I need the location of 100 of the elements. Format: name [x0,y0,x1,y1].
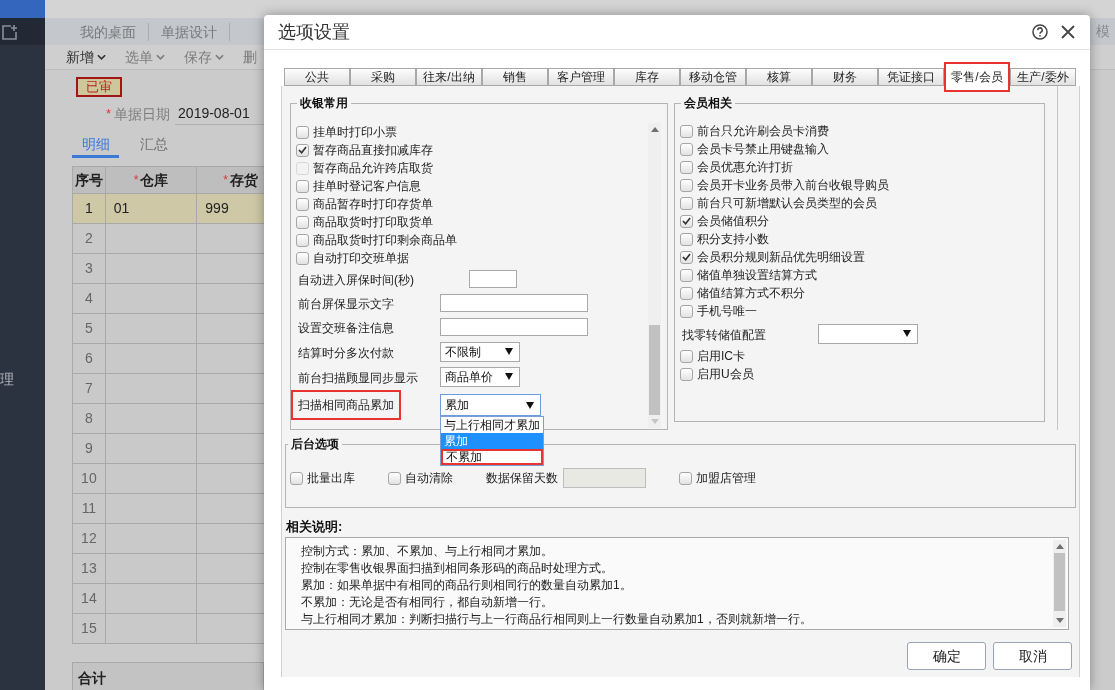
caret-down-icon [505,348,513,355]
checkbox-label: 商品取货时打印取货单 [313,214,433,231]
table-row[interactable]: 6 [73,344,264,374]
table-row[interactable]: 2 [73,224,264,254]
settings-tab[interactable]: 库存 [614,68,680,86]
checkbox-label: 会员开卡业务员带入前台收银导购员 [697,177,889,194]
checkbox-label: 商品暂存时打印存货单 [313,196,433,213]
checkbox[interactable] [680,304,693,318]
input-field[interactable] [469,270,517,288]
checkbox-label: 前台只允许刷会员卡消费 [697,123,829,140]
scrollbar-thumb[interactable] [649,325,660,415]
field-label: 结算时分多次付款 [297,344,395,362]
settings-tab[interactable]: 凭证接口 [878,68,944,86]
field-label: 自动进入屏保时间(秒) [297,272,415,289]
checkbox-label: 自动打印交班单据 [313,250,409,267]
group-title: 后台选项 [290,436,340,452]
dropdown-option[interactable]: 不累加 [441,449,543,465]
dropdown-option[interactable]: 与上行相同才累加 [441,417,543,433]
checkbox[interactable] [680,286,693,300]
dropdown-select[interactable]: 累加 [440,394,541,416]
settings-tab[interactable]: 移动仓管 [680,68,746,86]
checkbox[interactable] [296,197,309,211]
table-row[interactable]: 7 [73,374,264,404]
checkbox[interactable] [296,251,309,265]
required-mark: * [106,105,112,124]
settings-tab[interactable]: 核算 [746,68,812,86]
input-field[interactable] [440,294,588,312]
checkbox[interactable] [680,349,693,363]
dropdown-select[interactable]: 不限制 [440,341,520,362]
checkbox[interactable] [680,250,693,264]
checkmark-icon [682,253,691,261]
checkbox-label: 自动清除 [405,470,453,487]
checkbox[interactable] [680,214,693,228]
dialog-button[interactable]: 确定 [907,642,986,670]
table-row[interactable]: 12 [73,524,264,554]
table-row[interactable]: 13 [73,554,264,584]
help-icon[interactable] [1032,24,1048,40]
checkbox-label: 暂存商品直接扣减库存 [313,142,433,159]
checkbox[interactable] [680,142,693,156]
settings-tab[interactable]: 采购 [350,68,416,86]
close-icon[interactable] [1061,25,1075,39]
dropdown-select[interactable]: 商品单价 [440,366,520,387]
settings-tab[interactable]: 公共 [284,68,350,86]
settings-tab[interactable]: 往来/出纳 [416,68,482,86]
field-label: 前台扫描顾显同步显示 [297,369,419,387]
checkbox-label: 商品取货时打印剩余商品单 [313,232,457,249]
checkbox[interactable] [296,233,309,247]
dialog-button[interactable]: 取消 [993,642,1072,670]
settings-tab[interactable]: 财务 [812,68,878,86]
checkbox[interactable] [679,471,692,485]
toolbar-button[interactable]: 新增 [66,46,106,68]
required-mark: * [133,172,139,189]
row-number: 15 [73,614,106,644]
scroll-up-icon[interactable] [650,127,659,132]
column-header: 存货 [229,170,258,190]
checkbox[interactable] [680,232,693,246]
scrollbar-thumb[interactable] [1054,553,1065,611]
checkbox[interactable] [680,268,693,282]
scroll-down-icon[interactable] [1055,618,1064,623]
settings-tab[interactable]: 生产/委外 [1010,68,1076,86]
settings-tab[interactable]: 客户管理 [548,68,614,86]
table-row[interactable]: 1 01 999 [73,194,264,224]
table-row[interactable]: 10 [73,464,264,494]
settings-tab[interactable]: 零售/会员 [944,62,1010,92]
status-badge: 已审 [76,77,122,97]
sidebar-item[interactable]: 理 [0,370,45,388]
checkbox[interactable] [680,178,693,192]
checkbox[interactable] [680,160,693,174]
checkbox[interactable] [296,125,309,139]
description-line: 不累加：无论是否有相同行，都自动新增一行。 [301,594,554,611]
caret-down-icon [526,401,534,409]
table-row[interactable]: 8 [73,404,264,434]
checkbox-label: 会员积分规则新品优先明细设置 [697,249,865,266]
checkbox-label: 会员优惠允许打折 [697,159,793,176]
required-mark: * [223,172,228,189]
dropdown-select[interactable] [818,323,918,344]
description-line: 控制方式：累加、不累加、与上行相同才累加。 [301,543,554,560]
table-row[interactable]: 9 [73,434,264,464]
sidebar-tile[interactable] [0,18,45,45]
table-row[interactable]: 11 [73,494,264,524]
checkbox[interactable] [680,367,693,381]
checkbox[interactable] [290,471,303,485]
checkbox[interactable] [388,471,401,485]
checkbox[interactable] [680,124,693,138]
checkbox[interactable] [296,215,309,229]
input-field[interactable] [440,318,588,336]
checkbox-label: 启用IC卡 [697,348,745,365]
settings-tab[interactable]: 销售 [482,68,548,86]
table-row[interactable]: 14 [73,584,264,614]
table-row[interactable]: 4 [73,284,264,314]
table-row[interactable]: 3 [73,254,264,284]
checkbox[interactable] [296,179,309,193]
table-row[interactable]: 5 [73,314,264,344]
scroll-up-icon[interactable] [1055,544,1064,549]
table-row[interactable]: 15 [73,614,264,644]
field-label: 数据保留天数 [486,470,558,487]
checkbox[interactable] [296,143,309,157]
checkbox[interactable] [680,196,693,210]
checkbox-label: 加盟店管理 [696,470,756,487]
column-header: 序号 [74,170,103,190]
